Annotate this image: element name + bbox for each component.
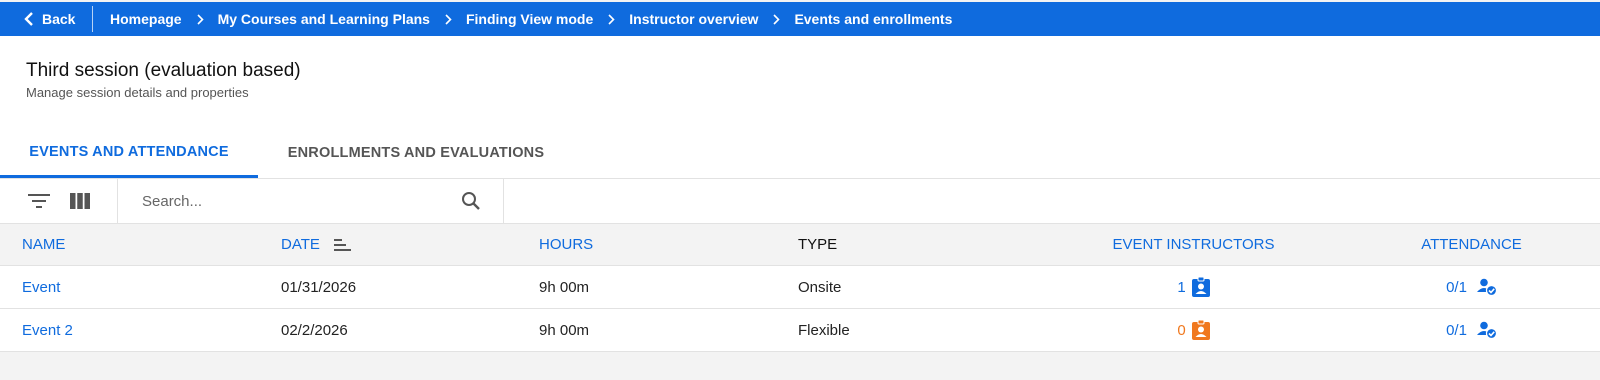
toolbar-icons [0,179,118,223]
search-box [118,179,504,223]
chevron-left-icon [24,12,33,26]
page-title: Third session (evaluation based) [26,60,301,81]
instructors-count[interactable]: 0 [1177,322,1185,339]
events-table: NAME DATE HOURS TYPE EVENT INSTRUCTORS A… [0,224,1600,352]
back-label: Back [42,11,76,27]
column-header-event-instructors[interactable]: EVENT INSTRUCTORS [1044,236,1343,253]
event-instructors-cell[interactable]: 0 [1044,320,1343,340]
attendance-cell[interactable]: 0/1 [1343,321,1600,339]
tab-bar: EVENTS AND ATTENDANCE ENROLLMENTS AND EV… [0,128,574,178]
chevron-right-icon [608,13,615,25]
page-subtitle: Manage session details and properties [26,85,249,100]
event-date: 02/2/2026 [281,321,348,339]
sort-icon[interactable] [333,238,352,251]
top-nav-bar: Back Homepage My Courses and Learning Pl… [0,2,1600,36]
column-header-type: TYPE [798,236,838,253]
back-button[interactable]: Back [0,2,92,36]
event-name-link[interactable]: Event 2 [0,322,281,339]
user-check-icon[interactable] [1476,321,1497,339]
tab-events-attendance[interactable]: EVENTS AND ATTENDANCE [0,128,258,178]
columns-icon[interactable] [70,193,90,209]
breadcrumb-homepage[interactable]: Homepage [110,11,182,27]
breadcrumb-finding-view-mode[interactable]: Finding View mode [466,11,593,27]
instructor-badge-warning-icon[interactable] [1191,320,1210,340]
event-hours: 9h 00m [539,278,590,296]
column-header-name[interactable]: NAME [0,236,281,253]
table-header-row: NAME DATE HOURS TYPE EVENT INSTRUCTORS A… [0,224,1600,266]
instructors-count[interactable]: 1 [1177,279,1185,296]
column-header-date[interactable]: DATE [281,236,539,253]
event-instructors-cell[interactable]: 1 [1044,277,1343,297]
column-header-hours[interactable]: HOURS [539,236,798,253]
table-toolbar [0,178,1600,224]
chevron-right-icon [445,13,452,25]
attendance-count[interactable]: 0/1 [1446,322,1467,339]
event-date: 01/31/2026 [281,278,357,296]
breadcrumb: Homepage My Courses and Learning Plans F… [93,11,952,27]
instructor-badge-icon[interactable] [1191,277,1210,297]
chevron-right-icon [773,13,781,25]
user-check-icon[interactable] [1476,278,1497,296]
column-header-attendance[interactable]: ATTENDANCE [1343,236,1600,253]
event-hours: 9h 00m [539,321,590,339]
event-type: Flexible [798,321,850,339]
filter-icon[interactable] [28,193,50,209]
table-row: Event 2 02/2/2026 9h 00m Flexible 0 0/1 [0,309,1600,352]
table-row: Event 01/31/2026 9h 00m Onsite 1 0/1 [0,266,1600,309]
chevron-right-icon [197,13,204,25]
breadcrumb-my-courses[interactable]: My Courses and Learning Plans [218,11,430,27]
breadcrumb-events-enrollments: Events and enrollments [794,11,953,27]
page-header: Third session (evaluation based) Manage … [0,36,1600,178]
attendance-cell[interactable]: 0/1 [1343,278,1600,296]
tab-enrollments-evaluations[interactable]: ENROLLMENTS AND EVALUATIONS [258,128,574,178]
breadcrumb-instructor-overview[interactable]: Instructor overview [629,11,758,27]
event-name-link[interactable]: Event [0,279,281,296]
search-input[interactable] [142,192,422,210]
search-icon[interactable] [461,191,481,211]
column-header-date-label: DATE [281,236,320,253]
attendance-count[interactable]: 0/1 [1446,279,1467,296]
event-type: Onsite [798,278,842,296]
